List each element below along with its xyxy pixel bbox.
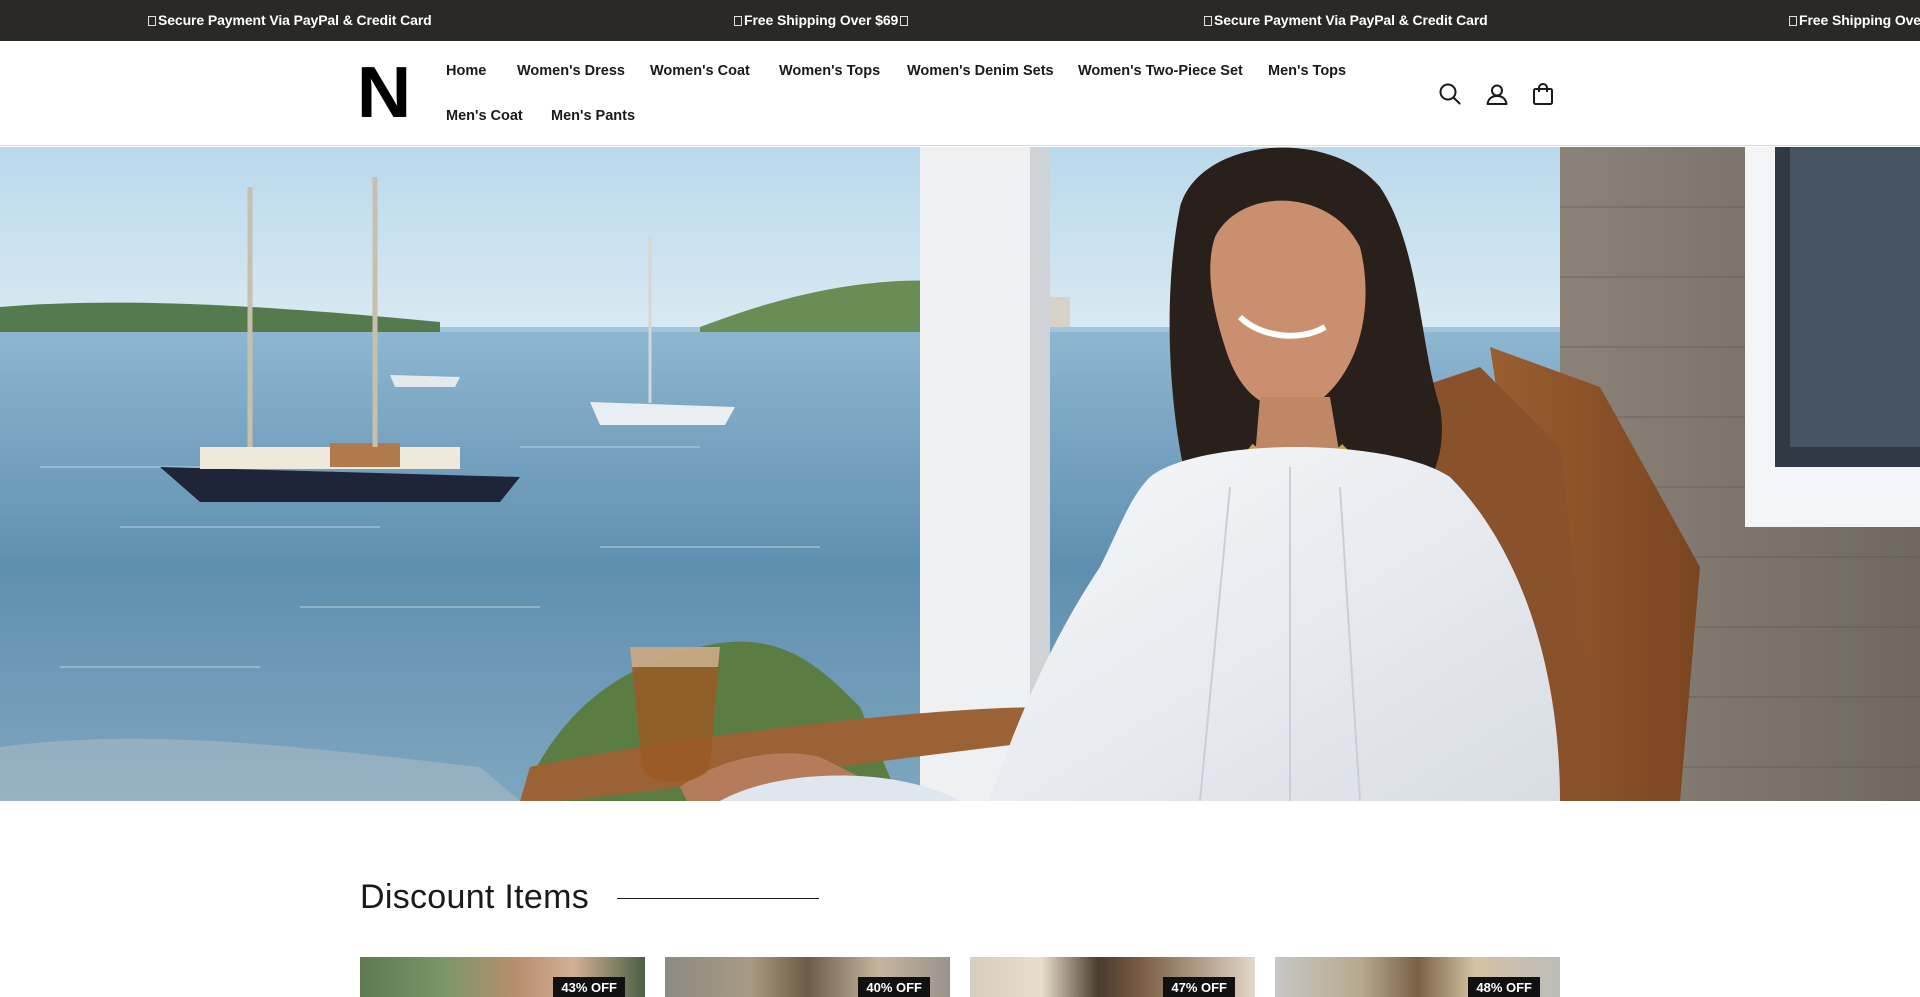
- discount-badge: 47% OFF: [1163, 977, 1235, 997]
- discount-badge: 40% OFF: [858, 977, 930, 997]
- announcement-text: Free Shipping Over $69: [744, 12, 899, 28]
- site-header: N Home Women's Dress Women's Coat Women'…: [0, 41, 1920, 146]
- badge-icon: [148, 16, 156, 26]
- nav-womens-two-piece-set[interactable]: Women's Two-Piece Set: [1078, 62, 1243, 80]
- site-logo[interactable]: N: [357, 57, 412, 129]
- nav-mens-coat[interactable]: Men's Coat: [446, 107, 523, 125]
- announcement-message: Free Shipping Over $69: [1789, 0, 1920, 40]
- product-card[interactable]: 48% OFF: [1275, 957, 1560, 997]
- nav-womens-denim-sets[interactable]: Women's Denim Sets: [907, 62, 1054, 80]
- announcement-text: Free Shipping Over $69: [1799, 12, 1920, 28]
- announcement-text: Secure Payment Via PayPal & Credit Card: [158, 12, 432, 28]
- discount-badge: 43% OFF: [553, 977, 625, 997]
- nav-womens-tops[interactable]: Women's Tops: [779, 62, 880, 80]
- badge-icon: [1204, 16, 1212, 26]
- product-card[interactable]: 43% OFF: [360, 957, 645, 997]
- product-card[interactable]: 47% OFF: [970, 957, 1255, 997]
- cart-icon[interactable]: [1530, 81, 1556, 107]
- badge-icon: [1789, 16, 1797, 26]
- search-icon[interactable]: [1437, 81, 1463, 107]
- title-divider: [617, 898, 819, 899]
- badge-icon: [734, 16, 742, 26]
- nav-mens-tops[interactable]: Men's Tops: [1268, 62, 1346, 80]
- hero-banner[interactable]: [0, 147, 1920, 801]
- announcement-bar: Secure Payment Via PayPal & Credit Card …: [0, 0, 1920, 41]
- hero-image: [0, 147, 1920, 801]
- announcement-message: Secure Payment Via PayPal & Credit Card: [1204, 0, 1488, 40]
- section-title-discount-items: Discount Items: [360, 878, 590, 916]
- announcement-message: Secure Payment Via PayPal & Credit Card: [148, 0, 432, 40]
- nav-womens-dress[interactable]: Women's Dress: [517, 62, 625, 80]
- announcement-message: Free Shipping Over $69: [734, 0, 909, 40]
- nav-home[interactable]: Home: [446, 62, 486, 80]
- nav-mens-pants[interactable]: Men's Pants: [551, 107, 635, 125]
- discount-badge: 48% OFF: [1468, 977, 1540, 997]
- announcement-text: Secure Payment Via PayPal & Credit Card: [1214, 12, 1488, 28]
- nav-womens-coat[interactable]: Women's Coat: [650, 62, 750, 80]
- account-icon[interactable]: [1484, 81, 1510, 107]
- badge-icon: [900, 16, 909, 26]
- product-card[interactable]: 40% OFF: [665, 957, 950, 997]
